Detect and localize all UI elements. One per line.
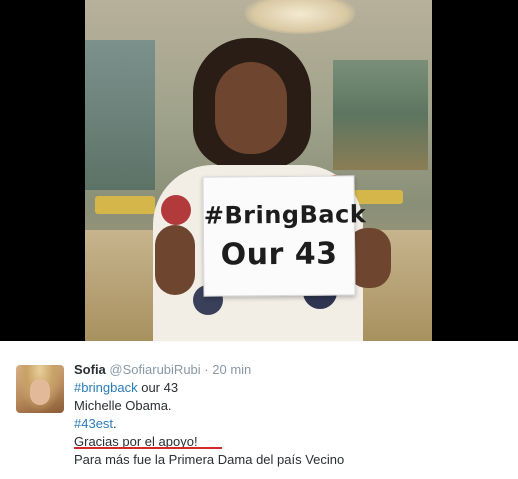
sign-text-line1: #BringBack	[203, 200, 367, 230]
tweet-photo[interactable]: #BringBack Our 43	[85, 0, 432, 341]
author-handle[interactable]: @SofiarubiRubi	[109, 362, 200, 377]
tweet-line-text: .	[113, 416, 117, 431]
tweet-line: #43est.	[74, 415, 504, 433]
tweet-line-text: Para más fue la Primera Dama del país Ve…	[74, 452, 345, 467]
red-underline-annotation	[74, 447, 222, 449]
tweet-line: Para más fue la Primera Dama del país Ve…	[74, 451, 504, 469]
tweet-header: Sofia @SofiarubiRubi · 20 min	[74, 362, 251, 378]
hashtag-link[interactable]: #bringback	[74, 380, 138, 395]
author-avatar[interactable]	[16, 365, 64, 413]
tweet-line-text: our 43	[137, 380, 179, 395]
tweet-line: Michelle Obama.	[74, 397, 504, 415]
hashtag-link[interactable]: #43est	[74, 416, 113, 431]
tweet-timestamp[interactable]: 20 min	[212, 362, 251, 377]
photo-handheld-sign: #BringBack Our 43	[202, 175, 367, 297]
photo-chandelier	[245, 0, 355, 34]
tweet-card: Sofia @SofiarubiRubi · 20 min #bringback…	[0, 341, 518, 479]
photo-wall-painting-left	[85, 40, 155, 190]
author-name[interactable]: Sofia	[74, 362, 106, 377]
photo-person-face	[215, 62, 287, 154]
header-separator: ·	[204, 362, 209, 377]
photo-wall-painting-right	[333, 60, 428, 170]
tweet-photo-frame: #BringBack Our 43	[0, 0, 518, 341]
tweet-line: #bringback our 43	[74, 379, 504, 397]
tweet-text: #bringback our 43 Michelle Obama. #43est…	[74, 379, 504, 469]
photo-person-arm-left	[155, 225, 195, 295]
dress-flower	[161, 195, 191, 225]
tweet-line-text: Michelle Obama.	[74, 398, 172, 413]
avatar-face	[30, 379, 50, 405]
photo-bench-left	[95, 196, 155, 214]
sign-text-line2: Our 43	[220, 236, 338, 273]
